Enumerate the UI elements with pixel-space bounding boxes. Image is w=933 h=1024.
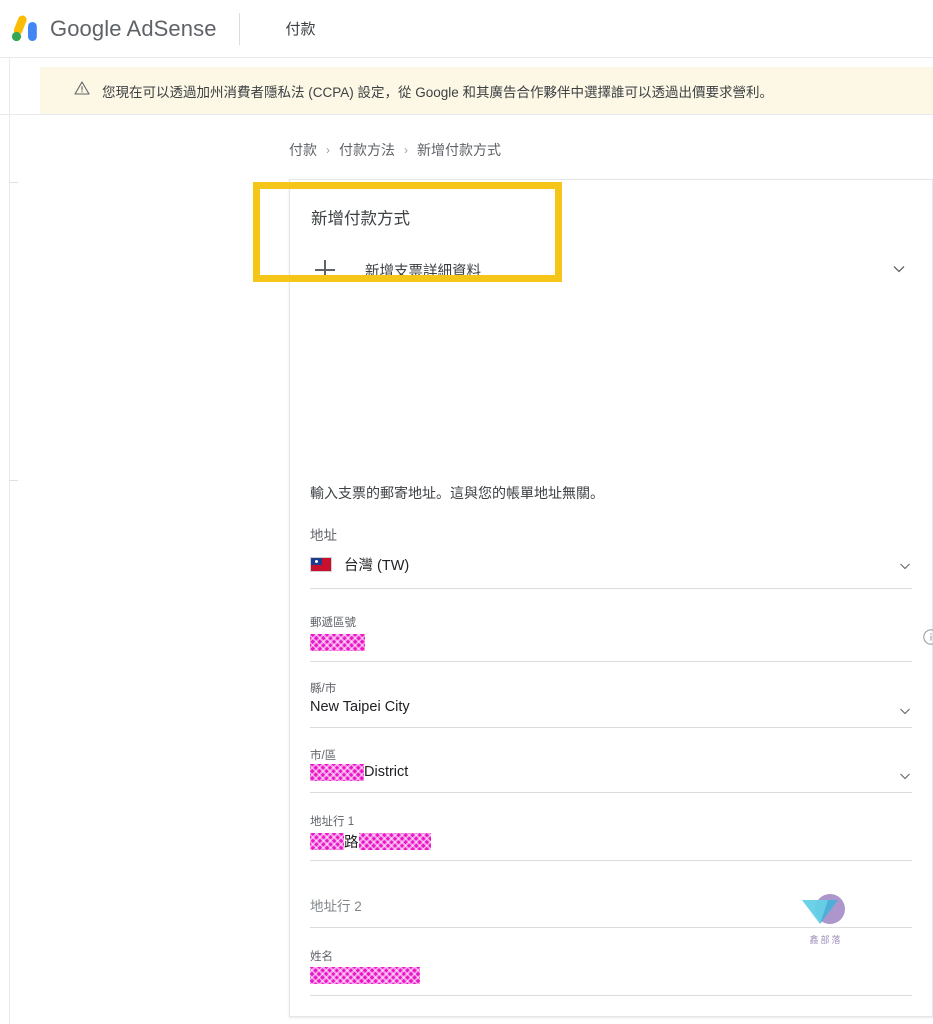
state-label: 縣/市 — [310, 683, 337, 695]
field-underline — [310, 661, 912, 662]
country-field[interactable]: 台灣 (TW) — [310, 553, 912, 589]
taiwan-flag-icon — [310, 556, 332, 572]
info-circle-icon[interactable] — [922, 628, 933, 646]
dropdown-caret-icon[interactable] — [898, 704, 912, 718]
breadcrumb-separator-icon: › — [404, 143, 408, 157]
rail-tick — [9, 182, 18, 183]
district-field[interactable]: 市/區 District — [310, 747, 912, 793]
name-value — [310, 964, 420, 986]
brand-name: Google AdSense — [50, 15, 217, 41]
field-underline — [310, 927, 912, 928]
postal-code-label: 郵遞區號 — [310, 617, 356, 629]
state-field[interactable]: 縣/市 New Taipei City — [310, 680, 912, 728]
brand-logo[interactable]: Google AdSense — [8, 14, 217, 44]
postal-code-value — [310, 631, 365, 653]
breadcrumb-item-add-payment-method[interactable]: 新增付款方式 — [417, 140, 501, 160]
add-check-details-row[interactable]: 新增支票詳細資料 — [290, 242, 932, 298]
state-value: New Taipei City — [310, 699, 410, 715]
redacted-text — [310, 966, 420, 984]
address-section-label: 地址 — [310, 528, 337, 543]
header-section-title: 付款 — [285, 21, 316, 38]
breadcrumb: 付款 › 付款方法 › 新增付款方式 — [289, 140, 501, 160]
rail-tick — [9, 480, 18, 481]
address-line-1-field[interactable]: 地址行 1 路 — [310, 813, 912, 861]
country-value-row: 台灣 (TW) — [310, 553, 409, 575]
app-header: Google AdSense 付款 — [0, 0, 933, 57]
dropdown-caret-icon[interactable] — [898, 559, 912, 573]
banner-bottom-rule — [0, 114, 933, 115]
address-line-1-value: 路 — [310, 830, 431, 852]
redacted-text — [310, 633, 365, 651]
ccpa-notification-banner[interactable]: 您現在可以透過加州消費者隱私法 (CCPA) 設定，從 Google 和其廣告合… — [40, 67, 933, 114]
address-line-1-label: 地址行 1 — [310, 816, 355, 828]
field-underline — [310, 792, 912, 793]
header-bottom-rule — [0, 57, 933, 58]
name-field[interactable]: 姓名 — [310, 948, 912, 996]
postal-code-field[interactable]: 郵遞區號 — [310, 614, 933, 662]
field-underline — [310, 860, 912, 861]
district-value: District — [310, 761, 408, 783]
warning-triangle-icon — [74, 80, 90, 101]
plus-icon — [315, 260, 335, 280]
field-underline — [310, 588, 912, 589]
chevron-down-icon[interactable] — [890, 260, 908, 278]
form-description: 輸入支票的郵寄地址。這與您的帳單地址無關。 — [310, 485, 604, 501]
address-line-2-placeholder: 地址行 2 — [310, 899, 362, 914]
field-underline — [310, 995, 912, 996]
redacted-text — [358, 832, 431, 850]
redacted-text — [310, 832, 344, 850]
card-title: 新增付款方式 — [311, 210, 410, 228]
add-check-details-label: 新增支票詳細資料 — [365, 263, 481, 280]
address-line-1-middle-text: 路 — [344, 834, 359, 851]
field-underline — [310, 727, 912, 728]
name-label: 姓名 — [310, 951, 333, 963]
district-value-suffix: District — [364, 764, 409, 780]
breadcrumb-separator-icon: › — [326, 143, 330, 157]
adsense-logo-icon — [8, 14, 44, 44]
breadcrumb-item-payment-methods[interactable]: 付款方法 — [339, 140, 395, 160]
dropdown-caret-icon[interactable] — [898, 769, 912, 783]
header-divider — [238, 12, 240, 45]
breadcrumb-item-payments[interactable]: 付款 — [289, 140, 317, 160]
sidebar-edge-rail — [9, 58, 18, 1024]
address-line-2-field[interactable]: 地址行 2 — [310, 894, 912, 928]
country-value: 台灣 (TW) — [344, 557, 410, 574]
page-root: Google AdSense 付款 您現在可以透過加州消費者隱私法 (CCPA)… — [0, 0, 933, 1024]
banner-message: 您現在可以透過加州消費者隱私法 (CCPA) 設定，從 Google 和其廣告合… — [102, 84, 774, 100]
add-payment-method-card: 新增付款方式 新增支票詳細資料 輸入支票的郵寄地址。這與您的帳單地址無關。 地址 — [289, 179, 933, 1017]
redacted-text — [310, 763, 364, 781]
